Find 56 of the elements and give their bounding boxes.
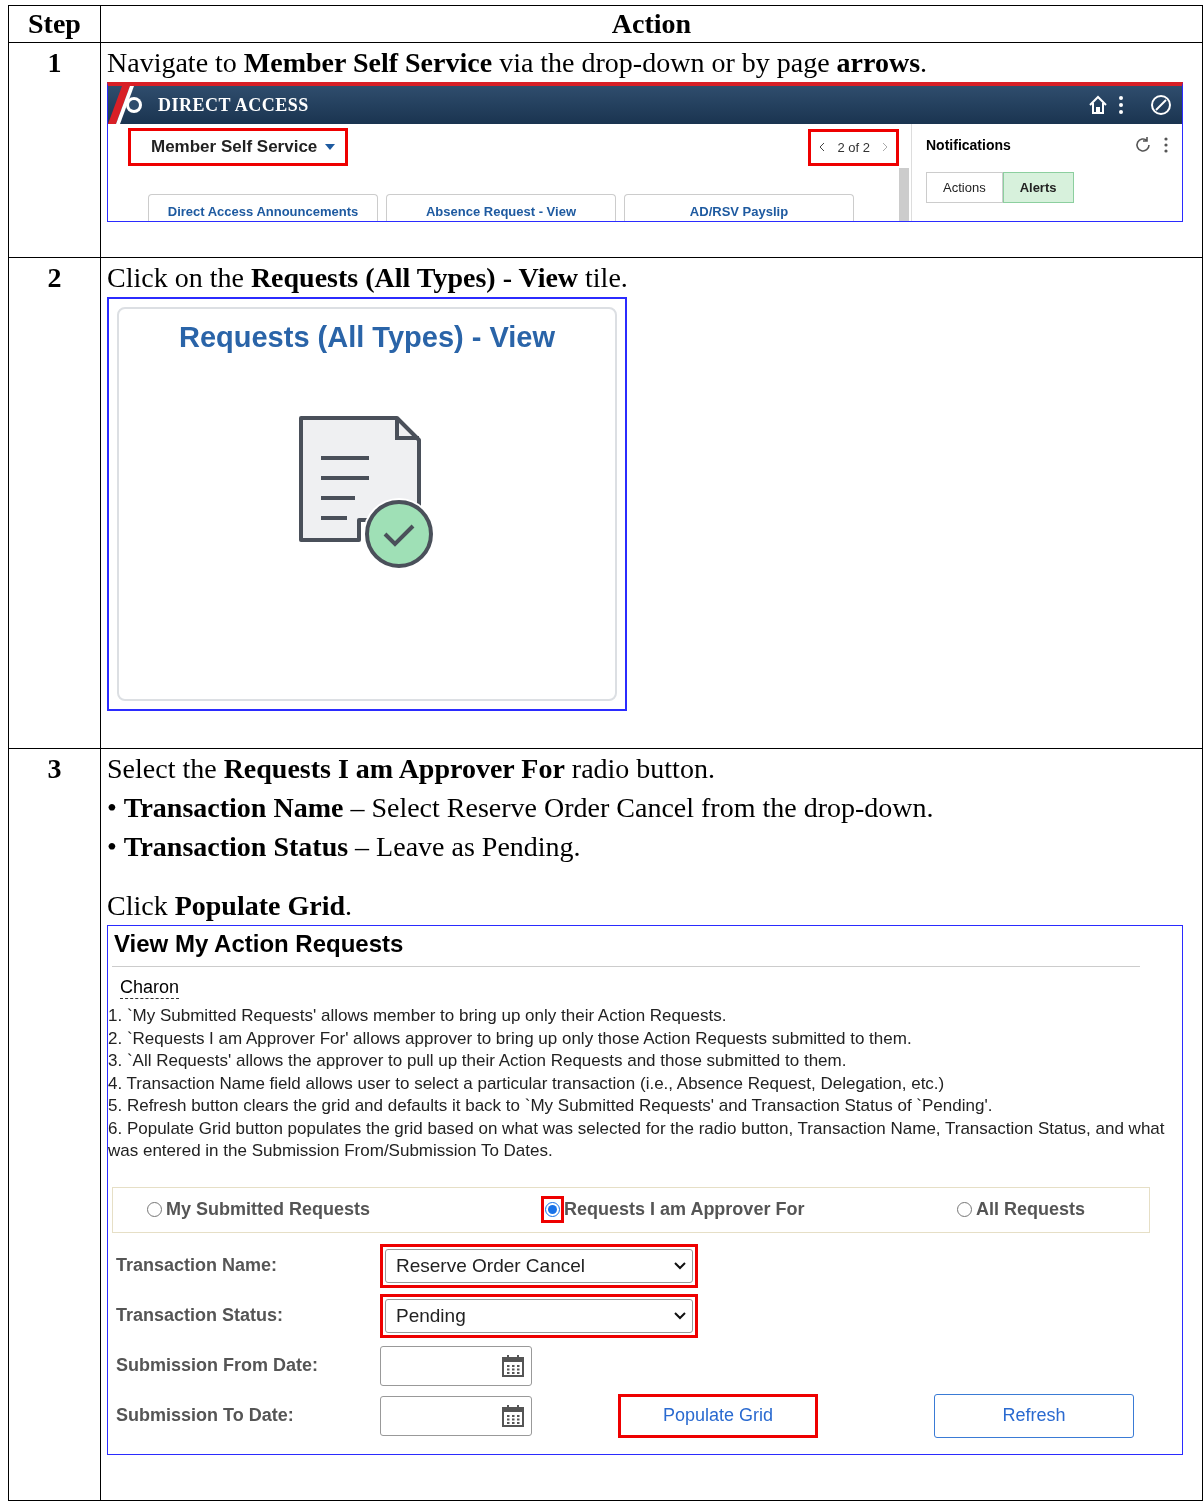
caret-icon xyxy=(325,144,336,150)
instruction-text: Click Populate Grid. xyxy=(107,890,352,921)
more-icon[interactable] xyxy=(1164,137,1168,153)
column-header: Step xyxy=(8,5,101,43)
instruction-text: Navigate to Member Self Service via the drop-down or by page arrows. xyxy=(107,47,928,78)
notifications-tab[interactable]: Alerts xyxy=(1002,172,1074,203)
field-label: Submission To Date: xyxy=(116,1404,295,1427)
step-number: 3 xyxy=(46,752,63,786)
instruction-text: Click on the Requests (All Types) - View tile. xyxy=(107,262,628,293)
date-field[interactable] xyxy=(380,1345,532,1386)
dropdown-field[interactable]: Pending xyxy=(385,1298,693,1333)
compass-icon[interactable] xyxy=(1150,94,1172,116)
radio-label: Requests I am Approver For xyxy=(564,1199,805,1220)
field-label: Submission From Date: xyxy=(116,1354,320,1377)
instruction-note: 2. `Requests I am Approver For' allows approver to bring up only those Action Requests submitted to them. xyxy=(108,1027,913,1050)
instruction-note: 1. `My Submitted Requests' allows member to bring up only their Action Requests. xyxy=(108,1005,728,1027)
radio-label: My Submitted Requests xyxy=(166,1199,371,1220)
dropdown-field[interactable]: Reserve Order Cancel xyxy=(385,1248,693,1283)
instruction-note: 3. `All Requests' allows the approver to pull up their Action Requests and those submitted to them. xyxy=(108,1050,848,1072)
instruction-text: • Transaction Name – Select Reserve Order Cancel from the drop-down. xyxy=(107,792,934,823)
user-name: Charon xyxy=(120,977,180,999)
page-title: View My Action Requests xyxy=(112,930,1140,967)
instruction-text: • Transaction Status – Leave as Pending. xyxy=(107,831,581,862)
column-header: Action xyxy=(100,5,1203,43)
date-field[interactable] xyxy=(380,1395,532,1436)
chevron-down-icon xyxy=(674,1261,686,1270)
page-count: 2 of 2 xyxy=(837,139,870,155)
tile-title: Requests (All Types) - View xyxy=(179,321,555,354)
page-pager[interactable]: 2 of 2 xyxy=(808,128,899,166)
instruction-note: 4. Transaction Name field allows user to select a particular transaction (i.e., Absence Request, Delegation, etc.) xyxy=(108,1072,946,1095)
notifications-tab[interactable]: Actions xyxy=(926,172,1003,203)
instruction-note: 6. Populate Grid button populates the grid based on what was selected for the radio button, Transaction Name, Transaction Status, and what was entered in the Submission From/Submission To Dates. xyxy=(108,1117,1166,1162)
chevron-left-icon[interactable] xyxy=(819,142,826,152)
more-icon[interactable] xyxy=(1118,95,1124,115)
homepage-tile[interactable]: Absence Request - View xyxy=(386,194,616,221)
action-button[interactable]: Refresh xyxy=(934,1393,1134,1438)
notifications-title: Notifications xyxy=(926,137,1012,153)
chevron-down-icon xyxy=(674,1311,686,1320)
instruction-text: Select the Requests I am Approver For radio button. xyxy=(107,753,715,784)
field-label: Transaction Status: xyxy=(116,1304,285,1327)
field-label: Transaction Name: xyxy=(116,1254,279,1277)
step-number: 1 xyxy=(46,46,63,80)
calendar-icon[interactable] xyxy=(501,1403,525,1428)
homepage-dropdown[interactable]: Member Self Service xyxy=(128,128,349,166)
banner-title: DIRECT ACCESS xyxy=(158,94,310,116)
homepage-tile[interactable]: Direct Access Announcements xyxy=(148,194,378,221)
scrollbar[interactable] xyxy=(899,168,909,221)
calendar-icon[interactable] xyxy=(501,1353,525,1378)
homepage-tile[interactable]: AD/RSV Payslip xyxy=(624,194,854,221)
refresh-icon[interactable] xyxy=(1134,136,1152,154)
instruction-note: 5. Refresh button clears the grid and defaults it back to `My Submitted Requests' and Transaction Status of `Pending'. xyxy=(108,1095,994,1117)
step-number: 2 xyxy=(46,261,63,295)
home-icon[interactable] xyxy=(1088,95,1108,115)
requests-tile[interactable]: Requests (All Types) - View xyxy=(117,307,617,701)
action-button[interactable]: Populate Grid xyxy=(618,1393,818,1438)
radio-label: All Requests xyxy=(976,1199,1086,1220)
